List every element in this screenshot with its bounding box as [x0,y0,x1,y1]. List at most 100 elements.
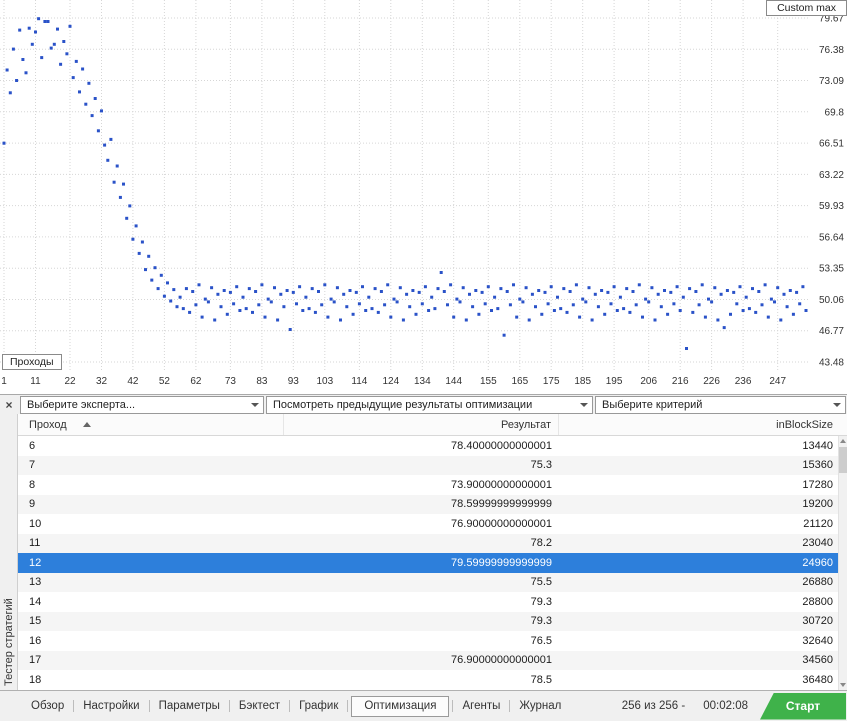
close-button[interactable]: × [0,396,18,414]
table-row[interactable]: 11 78.2 23040 [18,533,847,553]
scatter-point [449,283,453,287]
scatter-point [757,290,761,293]
scroll-thumb[interactable] [839,447,847,473]
scatter-point [18,28,22,32]
table-row[interactable]: 8 73.90000000000001 17280 [18,475,847,495]
scatter-point [291,290,295,294]
scatter-point [458,300,462,304]
scatter-point [546,302,550,306]
scroll-up-icon[interactable] [839,436,847,446]
cell-pass: 8 [29,478,36,491]
scatter-point [345,305,349,309]
scatter-point [166,281,169,285]
table-header: Проход Результат inBlockSize [18,414,847,436]
bottom-tab[interactable]: Журнал [510,696,570,716]
bottom-tab[interactable]: Оптимизация [351,695,450,717]
cell-block: 32640 [802,634,833,647]
scatter-point [540,312,544,316]
scatter-point [131,237,135,241]
expert-select[interactable]: Выберите эксперта... [20,395,264,414]
x-tick-label: 175 [543,376,560,387]
bottom-tab[interactable]: Агенты [453,696,509,716]
cell-block: 21120 [803,517,833,530]
table-row[interactable]: 9 78.59999999999999 19200 [18,494,847,514]
scatter-point [140,240,144,244]
scatter-point [81,67,85,71]
x-tick-label: 165 [511,376,528,387]
table-row[interactable]: 7 75.3 15360 [18,455,847,475]
optimization-chart[interactable]: 79.67 76.38 73.09 69.8 66.51 63.22 59.93 56.64 5… [0,0,847,394]
scatter-point [486,285,490,289]
scatter-point [663,289,666,292]
scatter-point [159,273,163,277]
scatter-point [697,303,701,307]
criterion-select[interactable]: Выберите критерий [595,395,846,414]
scatter-point [84,102,88,106]
table-scrollbar[interactable] [838,436,847,690]
table-row[interactable]: 18 78.5 36480 [18,670,847,690]
table-row[interactable]: 17 76.90000000000001 34560 [18,650,847,670]
scatter-point [106,158,110,162]
column-header-result[interactable]: Результат [284,414,559,435]
cell-pass: 15 [29,615,42,628]
scatter-point [34,30,37,34]
bottom-tab[interactable]: Настройки [74,696,148,716]
scatter-point [266,297,270,301]
cell-pass: 17 [29,654,42,667]
scatter-point [184,287,188,291]
previous-results-select[interactable]: Посмотреть предыдущие результаты оптимиз… [266,395,593,414]
cell-pass: 14 [29,595,42,608]
table-row[interactable]: 15 79.3 30720 [18,611,847,631]
bottom-tab[interactable]: Бэктест [230,696,289,716]
scatter-point [285,289,289,292]
table-row[interactable]: 14 79.3 28800 [18,592,847,612]
scatter-point [788,289,792,292]
scatter-point [125,216,129,220]
tester-strip: Тестер стратегий [0,414,18,690]
column-header-inblocksize[interactable]: inBlockSize [559,414,847,435]
scatter-point [590,318,594,322]
scatter-point [144,268,147,272]
status-area: 256 из 256 - 00:02:08 [622,700,748,712]
scatter-point [90,114,94,118]
table-row[interactable]: 6 78.40000000000001 13440 [18,436,847,456]
column-header-pass[interactable]: Проход [18,414,284,435]
scatter-point [194,303,198,307]
scatter-point [804,309,808,312]
chevron-down-icon [576,402,592,407]
cell-pass: 16 [29,634,42,647]
scatter-point [59,62,63,66]
scatter-point [27,26,31,30]
scatter-point [49,46,53,50]
table-row[interactable]: 13 75.5 26880 [18,572,847,592]
scatter-point [376,310,380,314]
table-row[interactable]: 10 76.90000000000001 21120 [18,514,847,534]
tester-strip-label: Тестер стратегий [3,598,15,686]
scatter-point [477,312,481,316]
scatter-point [464,318,468,322]
scatter-point [738,285,742,289]
scatter-point [508,303,512,307]
bottom-tab[interactable]: Параметры [150,696,229,716]
scatter-point [659,305,663,309]
scatter-point [779,318,783,322]
y-tick-label: 63.22 [819,170,844,181]
scatter-point [499,287,503,291]
table-row[interactable]: 16 76.5 32640 [18,631,847,651]
scatter-point [430,295,434,299]
cell-pass: 13 [29,576,42,589]
scatter-point [534,305,537,309]
x-tick-label: 42 [127,376,139,387]
start-button[interactable]: Старт [760,692,846,720]
optimization-scatter-chart[interactable]: 79.6776.3873.0969.866.5163.2259.9356.645… [0,0,847,392]
bottom-tab[interactable]: Обзор [22,696,73,716]
scroll-down-icon[interactable] [839,680,847,690]
cell-pass: 7 [29,459,36,472]
bottom-tab[interactable]: График [290,696,347,716]
scatter-point [423,285,427,289]
scatter-point [313,310,317,314]
scatter-point [763,283,767,287]
scatter-point [417,290,421,294]
table-row[interactable]: 12 79.59999999999999 24960 [18,553,847,573]
scatter-point [137,251,141,255]
